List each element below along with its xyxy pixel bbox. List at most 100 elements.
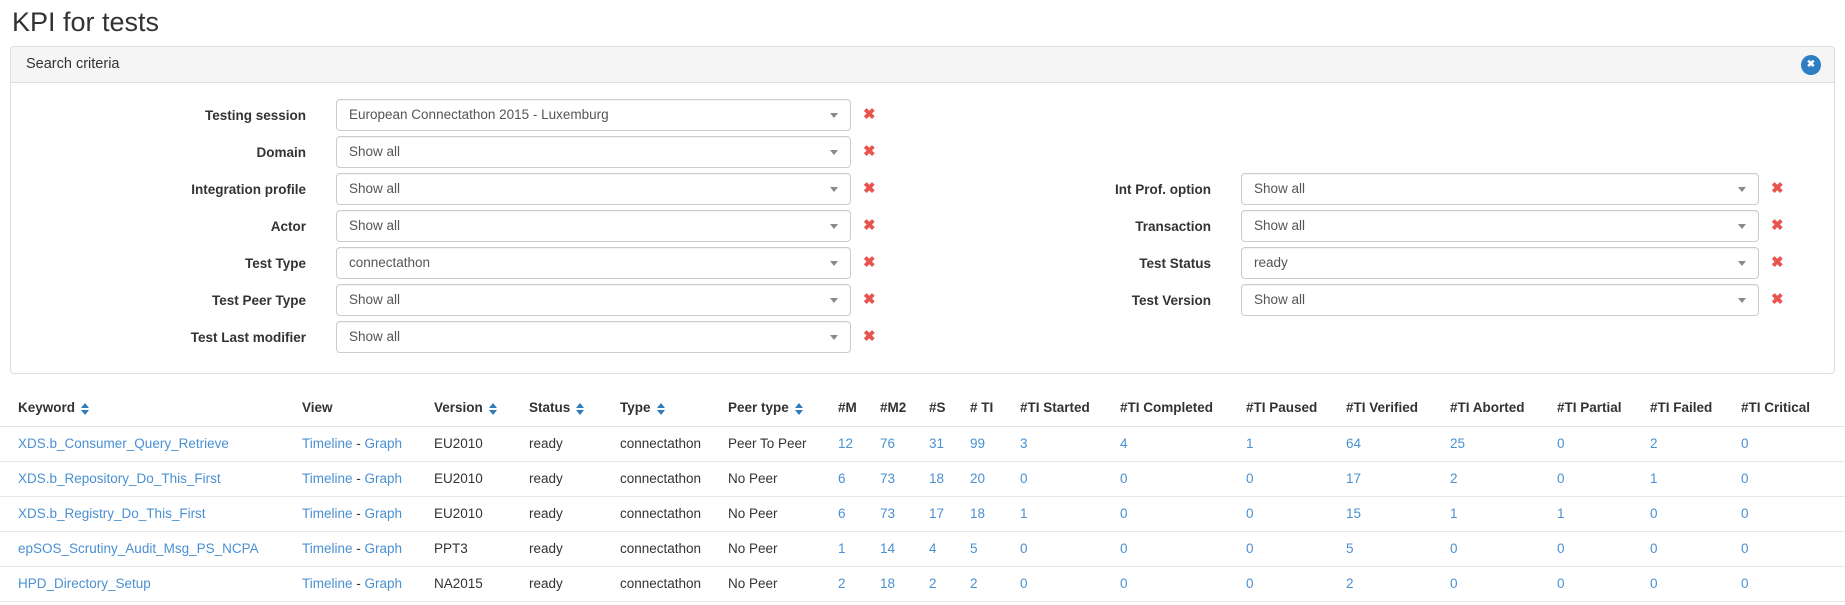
timeline-link[interactable]: Timeline [302,436,353,451]
test-keyword-link[interactable]: XDS.b_Repository_Do_This_First [18,471,221,486]
test-version-dropdown[interactable]: Show all [1241,284,1759,316]
graph-link[interactable]: Graph [365,471,403,486]
clear-filter-icon[interactable]: ✖ [863,99,876,131]
count-link[interactable]: 1 [838,541,846,556]
count-link[interactable]: 0 [1120,541,1128,556]
count-link[interactable]: 6 [838,506,846,521]
count-link[interactable]: 0 [1120,576,1128,591]
count-link[interactable]: 0 [1020,541,1028,556]
count-link[interactable]: 6 [838,471,846,486]
count-link[interactable]: 73 [880,471,895,486]
count-link[interactable]: 2 [1346,576,1354,591]
test-last-modifier-dropdown[interactable]: Show all [336,321,851,353]
count-link[interactable]: 2 [1450,471,1458,486]
column-header-version[interactable]: Version [434,390,529,426]
count-link[interactable]: 5 [970,541,978,556]
count-link[interactable]: 1 [1246,436,1254,451]
actor-dropdown[interactable]: Show all [336,210,851,242]
graph-link[interactable]: Graph [365,506,403,521]
count-link[interactable]: 0 [1020,471,1028,486]
count-link[interactable]: 0 [1741,471,1749,486]
int-prof-option-dropdown[interactable]: Show all [1241,173,1759,205]
count-link[interactable]: 73 [880,506,895,521]
count-link[interactable]: 17 [1346,471,1361,486]
count-link[interactable]: 0 [1120,471,1128,486]
integration-profile-dropdown[interactable]: Show all [336,173,851,205]
count-link[interactable]: 1 [1020,506,1028,521]
count-link[interactable]: 0 [1450,541,1458,556]
count-link[interactable]: 0 [1741,541,1749,556]
clear-filter-icon[interactable]: ✖ [1771,247,1784,279]
sort-icon[interactable] [81,403,89,415]
count-link[interactable]: 3 [1020,436,1028,451]
timeline-link[interactable]: Timeline [302,471,353,486]
count-link[interactable]: 0 [1650,541,1658,556]
test-keyword-link[interactable]: XDS.b_Registry_Do_This_First [18,506,206,521]
column-header-status[interactable]: Status [529,390,620,426]
test-type-dropdown[interactable]: connectathon [336,247,851,279]
count-link[interactable]: 12 [838,436,853,451]
count-link[interactable]: 0 [1650,576,1658,591]
clear-filter-icon[interactable]: ✖ [863,210,876,242]
count-link[interactable]: 0 [1246,506,1254,521]
test-keyword-link[interactable]: epSOS_Scrutiny_Audit_Msg_PS_NCPA [18,541,259,556]
count-link[interactable]: 0 [1741,506,1749,521]
count-link[interactable]: 0 [1246,471,1254,486]
domain-dropdown[interactable]: Show all [336,136,851,168]
count-link[interactable]: 5 [1346,541,1354,556]
count-link[interactable]: 0 [1020,576,1028,591]
clear-filter-icon[interactable]: ✖ [1771,173,1784,205]
transaction-dropdown[interactable]: Show all [1241,210,1759,242]
count-link[interactable]: 2 [838,576,846,591]
sort-icon[interactable] [795,403,803,415]
testing-session-dropdown[interactable]: European Connectathon 2015 - Luxemburg [336,99,851,131]
sort-icon[interactable] [576,403,584,415]
count-link[interactable]: 0 [1450,576,1458,591]
count-link[interactable]: 2 [1650,436,1658,451]
clear-filter-icon[interactable]: ✖ [1771,284,1784,316]
collapse-panel-icon[interactable]: ✖ [1801,55,1821,75]
clear-filter-icon[interactable]: ✖ [863,284,876,316]
count-link[interactable]: 0 [1557,576,1565,591]
count-link[interactable]: 1 [1450,506,1458,521]
count-link[interactable]: 0 [1557,436,1565,451]
count-link[interactable]: 4 [1120,436,1128,451]
count-link[interactable]: 64 [1346,436,1361,451]
count-link[interactable]: 18 [880,576,895,591]
test-peer-type-dropdown[interactable]: Show all [336,284,851,316]
test-status-dropdown[interactable]: ready [1241,247,1759,279]
count-link[interactable]: 0 [1120,506,1128,521]
count-link[interactable]: 0 [1650,506,1658,521]
count-link[interactable]: 20 [970,471,985,486]
count-link[interactable]: 0 [1741,576,1749,591]
graph-link[interactable]: Graph [365,436,403,451]
count-link[interactable]: 76 [880,436,895,451]
column-header-peer-type[interactable]: Peer type [728,390,838,426]
sort-icon[interactable] [657,403,665,415]
count-link[interactable]: 0 [1557,471,1565,486]
column-header-keyword[interactable]: Keyword [0,390,302,426]
count-link[interactable]: 17 [929,506,944,521]
count-link[interactable]: 0 [1246,576,1254,591]
graph-link[interactable]: Graph [365,576,403,591]
clear-filter-icon[interactable]: ✖ [1771,210,1784,242]
count-link[interactable]: 18 [970,506,985,521]
sort-icon[interactable] [489,403,497,415]
count-link[interactable]: 2 [929,576,937,591]
test-keyword-link[interactable]: HPD_Directory_Setup [18,576,151,591]
count-link[interactable]: 15 [1346,506,1361,521]
count-link[interactable]: 14 [880,541,895,556]
count-link[interactable]: 0 [1557,541,1565,556]
graph-link[interactable]: Graph [365,541,403,556]
count-link[interactable]: 1 [1650,471,1658,486]
count-link[interactable]: 31 [929,436,944,451]
clear-filter-icon[interactable]: ✖ [863,173,876,205]
count-link[interactable]: 4 [929,541,937,556]
timeline-link[interactable]: Timeline [302,576,353,591]
column-header-type[interactable]: Type [620,390,728,426]
clear-filter-icon[interactable]: ✖ [863,247,876,279]
count-link[interactable]: 2 [970,576,978,591]
count-link[interactable]: 99 [970,436,985,451]
count-link[interactable]: 0 [1246,541,1254,556]
count-link[interactable]: 0 [1741,436,1749,451]
